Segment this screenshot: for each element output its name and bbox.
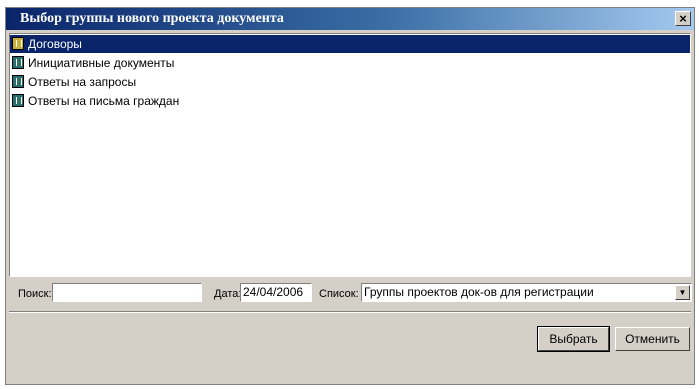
dialog-window: Выбор группы нового проекта документа × …	[5, 7, 695, 385]
document-group-icon	[12, 94, 24, 107]
date-field[interactable]: 24/04/2006	[240, 283, 312, 302]
search-label: Поиск:	[18, 288, 52, 300]
list-select[interactable]: Группы проектов док-ов для регистрации ▼	[361, 283, 692, 302]
document-group-icon	[12, 75, 24, 88]
list-item[interactable]: Ответы на запросы	[10, 73, 690, 91]
divider	[9, 311, 691, 313]
document-group-icon	[12, 56, 24, 69]
group-list[interactable]: Договоры Инициативные документы Ответы н…	[9, 33, 691, 277]
search-input[interactable]	[52, 283, 202, 302]
dialog-title: Выбор группы нового проекта документа	[20, 11, 284, 26]
close-icon[interactable]: ×	[675, 11, 691, 26]
list-item[interactable]: Инициативные документы	[10, 54, 690, 72]
document-group-icon	[12, 37, 24, 50]
list-item-label: Инициативные документы	[28, 56, 175, 70]
list-item[interactable]: Ответы на письма граждан	[10, 92, 690, 110]
list-item-label: Ответы на запросы	[28, 75, 137, 89]
list-item-label: Ответы на письма граждан	[28, 94, 180, 108]
list-label: Список:	[319, 288, 359, 300]
list-item-label: Договоры	[28, 37, 82, 51]
title-bar[interactable]: Выбор группы нового проекта документа ×	[6, 8, 694, 30]
date-label: Дата:	[214, 288, 242, 300]
list-item[interactable]: Договоры	[10, 35, 690, 53]
list-select-value: Группы проектов док-ов для регистрации	[364, 285, 594, 299]
chevron-down-icon[interactable]: ▼	[675, 285, 690, 300]
select-button[interactable]: Выбрать	[537, 326, 610, 352]
filter-bar: Поиск: Дата: 24/04/2006 Список: Группы п…	[6, 280, 694, 308]
cancel-button[interactable]: Отменить	[615, 327, 690, 351]
